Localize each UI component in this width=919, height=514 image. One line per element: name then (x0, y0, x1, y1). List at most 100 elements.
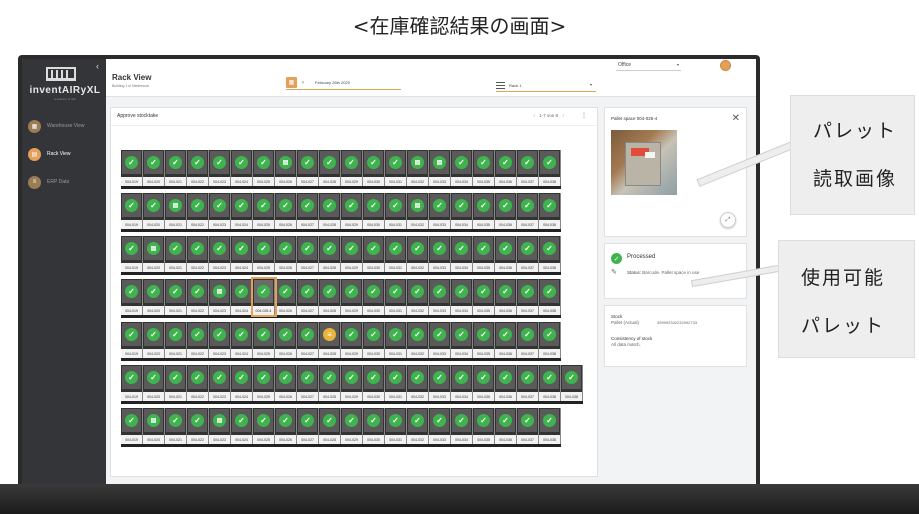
pallet-slot[interactable]: ▤ 004-032 (407, 193, 429, 229)
pallet-slot[interactable]: ✓ 004-024 (231, 236, 253, 272)
pallet-slot[interactable]: ▤ 004-021 (165, 193, 187, 229)
pallet-slot[interactable]: ✓ 004-038 (539, 150, 561, 186)
pallet-slot[interactable]: ✓ 004-030 (363, 322, 385, 358)
pallet-slot[interactable]: ✓ 004-024 (231, 193, 253, 229)
pallet-slot[interactable]: ✓ 004-020 (143, 193, 165, 229)
pallet-slot[interactable]: ✓ 004-026 (275, 322, 297, 358)
pallet-slot[interactable]: ✓ 004-024 (231, 322, 253, 358)
pallet-slot[interactable]: ✓ 004-031 (385, 236, 407, 272)
pallet-slot[interactable]: ✓ 004-033 (429, 365, 451, 401)
pallet-slot[interactable]: ✓ 004-029 (341, 150, 363, 186)
pallet-slot[interactable]: ✓ 004-019 (121, 365, 143, 401)
pallet-slot[interactable]: ✓ 004-024 (231, 279, 253, 315)
pallet-slot[interactable]: ✓ 004-022 (187, 365, 209, 401)
chevron-left-icon[interactable]: ‹ (302, 80, 304, 86)
pallet-slot[interactable]: ✓ 004-019 (121, 279, 143, 315)
pallet-slot[interactable]: ✓ 004-035 (473, 279, 495, 315)
pallet-slot[interactable]: ✓ 004-033 (429, 322, 451, 358)
pallet-slot[interactable]: ✓ 004-033 (429, 236, 451, 272)
pallet-slot[interactable]: ✓ 004-033 (429, 408, 451, 444)
pallet-slot[interactable]: ✓ 004-021 (165, 408, 187, 444)
pallet-slot[interactable]: ✓ 004-027 (297, 279, 319, 315)
pallet-slot[interactable]: ✓ 004-020 (143, 365, 165, 401)
pallet-slot[interactable]: ✓ 004-031 (385, 365, 407, 401)
pallet-slot[interactable]: ▤ 004-020 (143, 408, 165, 444)
office-select[interactable]: Office ▾ (616, 61, 681, 71)
pallet-slot[interactable]: ✓ 004-036 (495, 150, 517, 186)
pallet-slot[interactable]: ✓ 004-038 (539, 193, 561, 229)
pallet-slot[interactable]: ✓ 004-035 (473, 150, 495, 186)
pallet-slot[interactable]: ✓ 004-027 (297, 365, 319, 401)
pallet-slot[interactable]: ✓ 004-019 (121, 408, 143, 444)
pallet-slot[interactable]: ✓ 004-032 (407, 408, 429, 444)
pallet-slot[interactable]: ✓ 004-021 (165, 279, 187, 315)
pallet-slot[interactable]: ✓ 004-034 (451, 322, 473, 358)
pallet-slot[interactable]: ✓ 004-030 (363, 236, 385, 272)
pallet-slot[interactable]: ✓ 004-028 (319, 193, 341, 229)
pallet-slot[interactable]: ✓ 004-028 (319, 408, 341, 444)
expand-photo-button[interactable]: ⤢ (720, 212, 736, 228)
pallet-slot[interactable]: ✓ 004-037 (517, 150, 539, 186)
pallet-slot[interactable]: ✓ 004-023 (209, 193, 231, 229)
pallet-slot[interactable]: ≡ 004-028 (319, 322, 341, 358)
pallet-slot[interactable]: ✓ 004-025 (253, 322, 275, 358)
pallet-slot[interactable]: ✓ 004-022 (187, 279, 209, 315)
pallet-slot[interactable]: ✓ 004-020 (143, 279, 165, 315)
pallet-slot[interactable]: ✓ 004-023 (209, 150, 231, 186)
sidebar-item-rack-view[interactable]: ▤ Rack View (28, 147, 104, 161)
pallet-slot[interactable]: ✓ 004-025 (253, 193, 275, 229)
rack-select[interactable]: Rack 1 ▾ (496, 80, 596, 92)
pallet-slot[interactable]: ✓ 004-029 (341, 322, 363, 358)
pallet-slot[interactable]: ✓ 004-032 (407, 279, 429, 315)
pallet-slot[interactable]: ✓ 004-036 (495, 193, 517, 229)
pallet-slot[interactable]: ✓ 004-032 (407, 236, 429, 272)
pallet-slot[interactable]: ✓ 004-034 (451, 408, 473, 444)
pallet-slot[interactable]: ✓ 004-021 (165, 236, 187, 272)
pallet-slot[interactable]: ✓ 004-022 (187, 408, 209, 444)
pallet-slot[interactable]: ✓ 004-022 (187, 322, 209, 358)
pallet-slot[interactable]: ✓ 004-034 (451, 193, 473, 229)
pallet-slot[interactable]: ✓ 004-027 (297, 408, 319, 444)
pallet-slot[interactable]: ▤ 004-026 (275, 150, 297, 186)
pallet-slot[interactable]: ✓ 004-038 (539, 408, 561, 444)
pallet-slot[interactable]: ✓ 004-038 (539, 322, 561, 358)
pallet-photo[interactable] (611, 130, 677, 195)
pallet-slot[interactable]: ✓ 004-020 (143, 150, 165, 186)
pallet-slot[interactable]: ✓ 004-022 (187, 150, 209, 186)
pallet-slot[interactable]: ✓ 004-033 (429, 279, 451, 315)
pallet-slot[interactable]: ✓ 004-031 (385, 193, 407, 229)
pallet-slot[interactable]: ✓ 004-024 (231, 365, 253, 401)
date-picker[interactable]: ▦ ‹ February 26th 2020 (286, 76, 401, 90)
pallet-slot[interactable]: ✓ 004-030 (363, 279, 385, 315)
pallet-slot[interactable]: ✓ 004-024 (231, 150, 253, 186)
pallet-slot[interactable]: ✓ 004-026 (275, 279, 297, 315)
pallet-slot[interactable]: ✓ 004-037 (517, 279, 539, 315)
pager-prev-icon[interactable]: ‹ (533, 113, 535, 119)
pallet-slot[interactable]: ✓ 004-028 (319, 279, 341, 315)
pallet-slot[interactable]: ✓ 004-025-4 (251, 277, 277, 317)
pallet-slot[interactable]: ✓ 004-027 (297, 322, 319, 358)
pallet-slot[interactable]: ✓ 004-029 (341, 279, 363, 315)
pallet-slot[interactable]: ✓ 004-026 (275, 236, 297, 272)
pallet-slot[interactable]: ✓ 004-024 (231, 408, 253, 444)
pallet-slot[interactable]: ✓ 004-030 (363, 193, 385, 229)
pallet-slot[interactable]: ✓ 004-025 (253, 236, 275, 272)
pencil-icon[interactable]: ✎ (611, 268, 617, 276)
pallet-slot[interactable]: ✓ 004-023 (209, 365, 231, 401)
pallet-slot[interactable]: ✓ 004-035 (473, 322, 495, 358)
pallet-slot[interactable]: ✓ 004-036 (495, 236, 517, 272)
pallet-slot[interactable]: ✓ 004-028 (319, 236, 341, 272)
pallet-slot[interactable]: ✓ 004-037 (517, 322, 539, 358)
pallet-slot[interactable]: ✓ 004-038 (539, 236, 561, 272)
calendar-icon[interactable]: ▦ (286, 77, 297, 88)
more-options-icon[interactable]: ⋮ (581, 112, 587, 119)
pallet-slot[interactable]: ✓ 004-035 (473, 236, 495, 272)
pallet-slot[interactable]: ✓ 004-026 (275, 193, 297, 229)
pallet-slot[interactable]: ✓ 004-027 (297, 193, 319, 229)
pallet-slot[interactable]: ▤ 004-020 (143, 236, 165, 272)
pallet-slot[interactable]: ✓ 004-036 (495, 365, 517, 401)
pallet-slot[interactable]: ✓ 004-036 (495, 322, 517, 358)
pallet-slot[interactable]: ✓ 004-034 (451, 150, 473, 186)
pallet-slot[interactable]: ✓ 004-030 (363, 365, 385, 401)
pallet-slot[interactable]: ✓ 004-038 (539, 279, 561, 315)
